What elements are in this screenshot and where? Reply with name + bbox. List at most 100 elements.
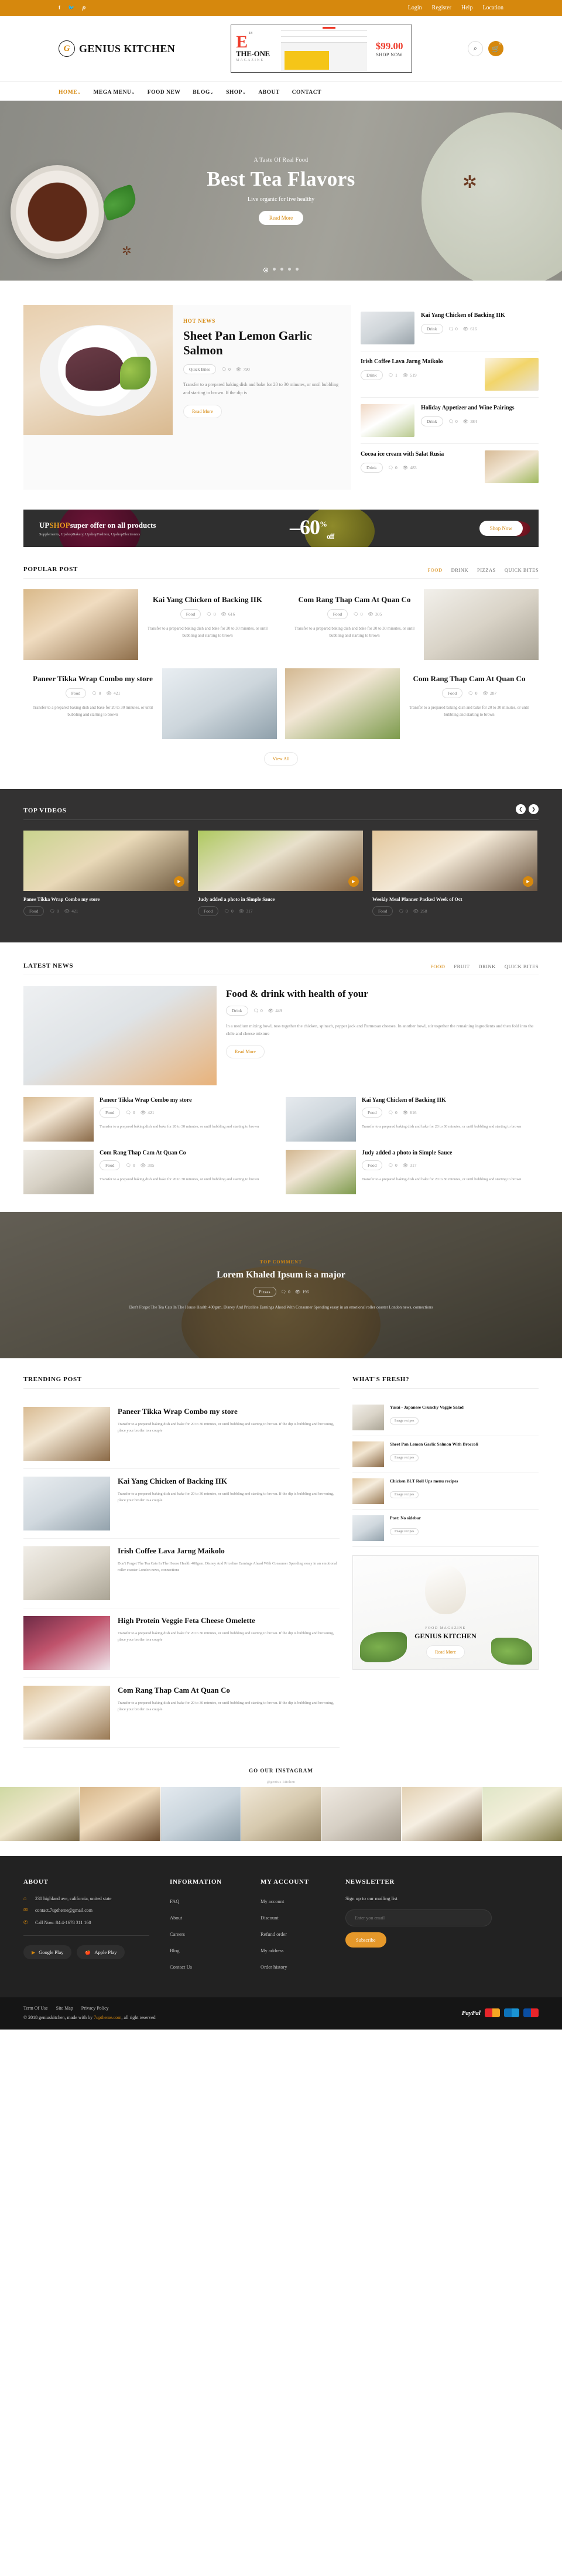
hot-news-title[interactable]: Sheet Pan Lemon Garlic Salmon [183,329,341,358]
side-title[interactable]: Irish Coffee Lava Jarng Maikolo [361,358,478,365]
footer-link-contact-us[interactable]: Contact Us [170,1964,192,1970]
whats-fresh-title[interactable]: Sheet Pan Lemon Garlic Salmon With Brocc… [390,1441,478,1447]
post-card[interactable]: Kai Yang Chicken of Backing IIK Food 🗨 0 … [23,589,277,660]
category-tag[interactable]: Image recipes [390,1491,419,1499]
post-title[interactable]: Paneer Tikka Wrap Combo my store [30,674,155,684]
post-card[interactable]: Paneer Tikka Wrap Combo my store Food 🗨 0… [23,1097,276,1142]
promo-banner[interactable]: UPSHOPsuper offer on all products Supple… [23,510,539,547]
category-tag[interactable]: Food [23,906,44,916]
category-tag[interactable]: Drink [361,463,383,473]
video-thumbnail[interactable]: ▶ [198,831,363,891]
category-tag[interactable]: Food [362,1160,383,1170]
register-link[interactable]: Register [432,5,451,11]
hero-dot-5[interactable] [296,268,299,271]
sidebar-promo-banner[interactable]: FOOD MAGAZINE GENIUS KITCHEN Read More [352,1555,539,1670]
category-tag[interactable]: Image recipes [390,1454,419,1462]
play-icon[interactable]: ▶ [174,876,184,887]
instagram-photo[interactable] [160,1787,241,1841]
whats-fresh-title[interactable]: Yusai - Japanese Crunchy Veggie Salad [390,1405,464,1410]
post-title[interactable]: Judy added a photo in Simple Sauce [362,1150,521,1156]
category-tag[interactable]: Drink [361,370,383,380]
cart-icon[interactable]: 🛒 0 [488,41,503,56]
nav-item-home[interactable]: HOME⌄ [59,90,81,95]
filter-food[interactable]: FOOD [430,964,445,969]
play-icon[interactable]: ▶ [523,876,533,887]
twitter-icon[interactable]: 🐦 [68,5,74,11]
footer-link-discount[interactable]: Discount [261,1915,279,1921]
play-icon[interactable]: ▶ [348,876,359,887]
term-of-use-link[interactable]: Term Of Use [23,2006,48,2011]
video-card[interactable]: ▶ Judy added a photo in Simple Sauce Foo… [198,831,363,923]
trending-item[interactable]: Paneer Tikka Wrap Combo my store Transfe… [23,1399,340,1469]
footer-link-about[interactable]: About [170,1915,182,1921]
view-all-button[interactable]: View All [263,752,299,766]
category-tag[interactable]: Food [372,906,393,916]
category-tag[interactable]: Food [441,688,463,699]
filter-quick-bites[interactable]: QUICK BITES [505,567,539,573]
hero-dot-3[interactable] [280,268,283,271]
category-tag[interactable]: Food [180,609,201,620]
top-comment-title[interactable]: Lorem Khaled Ipsum is a major [100,1270,462,1280]
instagram-photo[interactable] [402,1787,482,1841]
newsletter-email-input[interactable] [345,1909,492,1926]
post-card[interactable]: Com Rang Thap Cam At Quan Co Food 🗨 0 👁 30… [285,589,539,660]
filter-pizzas[interactable]: PIZZAS [477,567,496,573]
category-tag[interactable]: Food [327,609,348,620]
footer-link-my-address[interactable]: My address [261,1948,283,1953]
nav-item-food-new[interactable]: FOOD NEW [148,90,181,95]
category-tag[interactable]: Food [100,1108,121,1118]
trending-title[interactable]: Com Rang Thap Cam At Quan Co [118,1686,340,1695]
hot-news-main-card[interactable]: HOT NEWS Sheet Pan Lemon Garlic Salmon Q… [23,305,351,490]
filter-drink[interactable]: DRINK [478,964,495,969]
side-title[interactable]: Holiday Appetizer and Wine Pairings [421,404,539,412]
chevron-left-icon[interactable]: ❮ [516,804,526,814]
video-thumbnail[interactable]: ▶ [23,831,189,891]
footer-link-faq[interactable]: FAQ [170,1898,179,1904]
category-tag[interactable]: Food [65,688,87,699]
footer-link-blog[interactable]: Blog [170,1948,180,1953]
list-item[interactable]: Cocoa ice cream with Salat Rusia Drink 🗨… [361,444,539,490]
post-card[interactable]: Com Rang Thap Cam At Quan Co Food 🗨 0 👁 28… [285,668,539,739]
whats-fresh-title[interactable]: Post: No sidebar [390,1515,421,1521]
post-title[interactable]: Com Rang Thap Cam At Quan Co [407,674,532,684]
video-card[interactable]: ▶ Panee Tikka Wrap Combo my store Food 🗨… [23,831,189,923]
video-title[interactable]: Panee Tikka Wrap Combo my store [23,896,189,902]
post-title[interactable]: Com Rang Thap Cam At Quan Co [292,595,417,604]
category-tag[interactable]: Drink [226,1006,248,1016]
site-map-link[interactable]: Site Map [56,2006,73,2011]
instagram-photo[interactable] [321,1787,402,1841]
trending-title[interactable]: Paneer Tikka Wrap Combo my store [118,1407,340,1416]
category-tag[interactable]: Food [198,906,219,916]
whats-fresh-item[interactable]: Post: No sidebar Image recipes [352,1510,539,1547]
site-logo[interactable]: G GENIUS KITCHEN [59,40,175,57]
trending-item[interactable]: Kai Yang Chicken of Backing IIK Transfer… [23,1469,340,1539]
category-tag[interactable]: Food [100,1160,121,1170]
filter-quick-bites[interactable]: QUICK BITES [505,964,539,969]
video-title[interactable]: Weekly Meal Planner Packed Week of Oct [372,896,537,902]
side-title[interactable]: Kai Yang Chicken of Backing IIK [421,312,539,319]
instagram-photo[interactable] [482,1787,562,1841]
instagram-photo[interactable] [241,1787,321,1841]
nav-item-contact[interactable]: CONTACT [292,90,321,95]
hot-news-read-more-button[interactable]: Read More [183,404,222,418]
nav-item-mega-menu[interactable]: MEGA MENU⌄ [93,90,135,95]
footer-link-my-account[interactable]: My account [261,1898,284,1904]
promo-shop-now-button[interactable]: Shop Now [479,521,523,536]
hero-dot-4[interactable] [288,268,291,271]
post-title[interactable]: Com Rang Thap Cam At Quan Co [100,1150,259,1156]
hero-read-more-button[interactable]: Read More [258,210,304,225]
trending-item[interactable]: Com Rang Thap Cam At Quan Co Transfer to… [23,1678,340,1748]
trending-title[interactable]: Irish Coffee Lava Jarng Maikolo [118,1546,340,1556]
side-title[interactable]: Cocoa ice cream with Salat Rusia [361,450,478,458]
whats-fresh-item[interactable]: Chicken BLT Roll Ups menu recipes Image … [352,1473,539,1510]
category-tag[interactable]: Pizzas [253,1286,276,1297]
privacy-policy-link[interactable]: Privacy Policy [81,2006,109,2011]
post-title[interactable]: Kai Yang Chicken of Backing IIK [145,595,270,604]
location-link[interactable]: Location [482,5,503,11]
nav-item-blog[interactable]: BLOG⌄ [193,90,214,95]
filter-fruit[interactable]: FRUIT [454,964,470,969]
hero-dot-1[interactable] [263,268,268,272]
filter-drink[interactable]: DRINK [451,567,468,573]
author-link[interactable]: 7uptheme.com [94,2015,121,2020]
pinterest-icon[interactable]: 𝒑 [82,5,85,11]
